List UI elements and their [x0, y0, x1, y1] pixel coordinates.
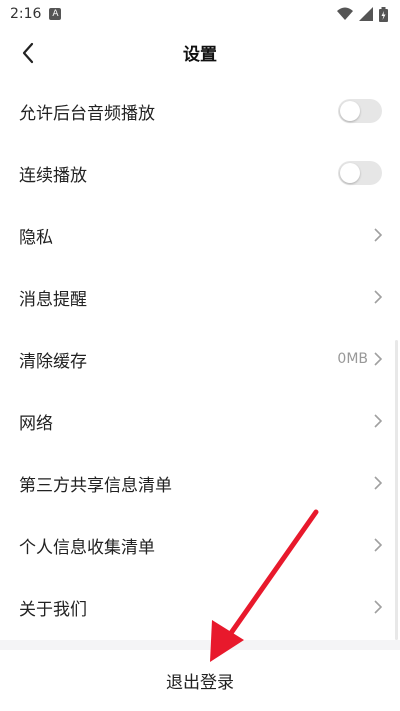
battery-charging-icon	[379, 6, 388, 22]
chevron-right-icon	[374, 352, 382, 366]
setting-third-party-sharing[interactable]: 第三方共享信息清单	[0, 452, 400, 514]
scrollbar[interactable]	[395, 340, 398, 640]
page-title: 设置	[183, 45, 217, 65]
setting-background-audio: 允许后台音频播放	[0, 80, 400, 142]
setting-notifications[interactable]: 消息提醒	[0, 266, 400, 328]
setting-continuous-play: 连续播放	[0, 142, 400, 204]
section-divider	[0, 640, 400, 650]
chevron-right-icon	[374, 414, 382, 428]
setting-label: 隐私	[19, 227, 53, 248]
header-bar: 设置	[0, 28, 400, 76]
toggle-knob	[340, 101, 360, 121]
status-bar: 2:16 A	[0, 0, 400, 28]
setting-label: 个人信息收集清单	[19, 537, 155, 558]
chevron-right-icon	[374, 290, 382, 304]
setting-label: 关于我们	[19, 599, 87, 620]
setting-label: 清除缓存	[19, 351, 87, 372]
setting-label: 第三方共享信息清单	[19, 475, 172, 496]
cache-size-value: 0MB	[337, 351, 368, 367]
setting-network[interactable]: 网络	[0, 390, 400, 452]
toggle-knob	[340, 163, 360, 183]
setting-label: 消息提醒	[19, 289, 87, 310]
status-right	[337, 6, 388, 22]
setting-about-us[interactable]: 关于我们	[0, 576, 400, 638]
chevron-right-icon	[374, 600, 382, 614]
status-time: 2:16	[10, 6, 42, 22]
setting-label: 允许后台音频播放	[19, 103, 155, 124]
wifi-icon	[337, 7, 353, 20]
chevron-right-icon	[374, 228, 382, 242]
setting-label: 网络	[19, 413, 53, 434]
setting-label: 连续播放	[19, 165, 87, 186]
background-audio-toggle[interactable]	[338, 99, 382, 123]
chevron-right-icon	[374, 538, 382, 552]
setting-personal-info-collection[interactable]: 个人信息收集清单	[0, 514, 400, 576]
chevron-right-icon	[374, 476, 382, 490]
setting-privacy[interactable]: 隐私	[0, 204, 400, 266]
a-letter-icon: A	[49, 8, 62, 20]
status-left: 2:16 A	[10, 6, 62, 22]
signal-icon	[359, 7, 373, 21]
settings-list: 允许后台音频播放 连续播放 隐私 消息提醒 清除缓存 0MB 网络 第三方共享信…	[0, 80, 400, 638]
logout-button[interactable]: 退出登录	[0, 650, 400, 711]
setting-clear-cache[interactable]: 清除缓存 0MB	[0, 328, 400, 390]
continuous-play-toggle[interactable]	[338, 161, 382, 185]
